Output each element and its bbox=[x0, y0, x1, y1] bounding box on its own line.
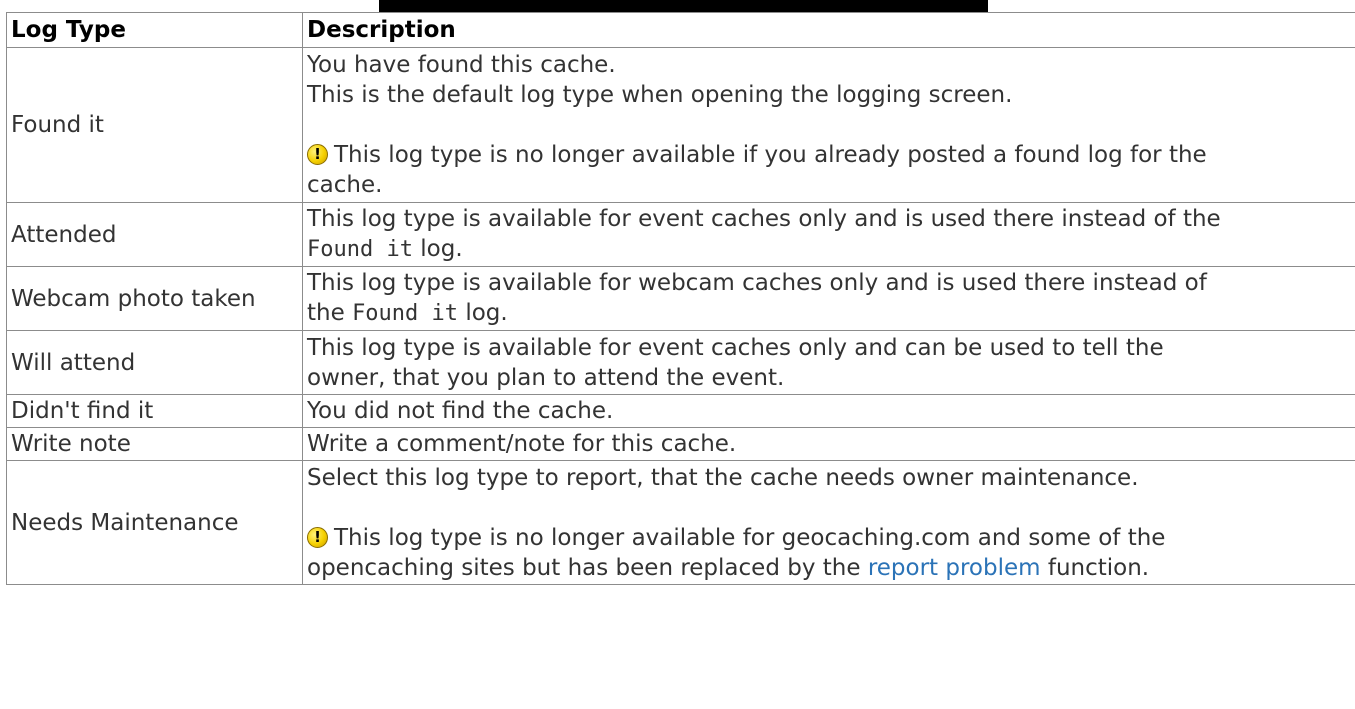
code-found-it: Found it bbox=[352, 301, 459, 326]
description-line: the Found it log. bbox=[307, 298, 1355, 329]
description-will-attend: This log type is available for event cac… bbox=[302, 330, 1355, 395]
table-row: Webcam photo taken This log type is avai… bbox=[6, 266, 1355, 331]
log-type-didnt-find: Didn't find it bbox=[6, 394, 303, 428]
table-row: Found it You have found this cache. This… bbox=[6, 47, 1355, 203]
log-types-table: Log Type Description Found it You have f… bbox=[6, 12, 1355, 585]
description-attended: This log type is available for event cac… bbox=[302, 202, 1355, 267]
log-type-found-it: Found it bbox=[6, 47, 303, 203]
log-type-will-attend: Will attend bbox=[6, 330, 303, 395]
description-line: owner, that you plan to attend the event… bbox=[307, 364, 785, 391]
report-problem-link[interactable]: report problem bbox=[868, 555, 1041, 581]
log-type-needs-maintenance: Needs Maintenance bbox=[6, 460, 303, 585]
description-line: This log type is available for event cac… bbox=[307, 206, 1221, 232]
description-webcam: This log type is available for webcam ca… bbox=[302, 266, 1355, 331]
table-header-row: Log Type Description bbox=[6, 12, 1355, 48]
description-header: Description bbox=[302, 12, 1355, 48]
log-type-write-note: Write note bbox=[6, 427, 303, 461]
warning-note: This log type is no longer available for… bbox=[307, 523, 1355, 553]
description-line: You have found this cache. bbox=[307, 52, 616, 78]
description-didnt-find: You did not find the cache. bbox=[302, 394, 1355, 428]
warning-note: This log type is no longer available if … bbox=[307, 140, 1355, 170]
description-found-it: You have found this cache. This is the d… bbox=[302, 47, 1355, 203]
table-row: Didn't find it You did not find the cach… bbox=[6, 394, 1355, 428]
log-type-attended: Attended bbox=[6, 202, 303, 267]
warning-text: opencaching sites but has been replaced … bbox=[307, 554, 868, 581]
description-text: log. bbox=[458, 300, 508, 326]
description-line: This log type is available for webcam ca… bbox=[307, 270, 1207, 296]
warning-text: function. bbox=[1040, 554, 1150, 581]
warning-icon bbox=[307, 526, 328, 548]
warning-text: This log type is no longer available if … bbox=[334, 142, 1207, 168]
description-needs-maintenance: Select this log type to report, that the… bbox=[302, 460, 1355, 585]
description-write-note: Write a comment/note for this cache. bbox=[302, 427, 1355, 461]
warning-text-continued: cache. bbox=[307, 172, 383, 198]
description-line: Found it log. bbox=[307, 234, 1355, 265]
description-line: This log type is available for event cac… bbox=[307, 334, 1164, 361]
top-dark-bar bbox=[379, 0, 988, 12]
table-row: Will attend This log type is available f… bbox=[6, 330, 1355, 395]
description-line: This is the default log type when openin… bbox=[307, 82, 1013, 108]
warning-text: This log type is no longer available for… bbox=[334, 524, 1166, 551]
warning-icon bbox=[307, 144, 328, 165]
description-text: log. bbox=[412, 236, 463, 262]
description-text: the bbox=[307, 300, 353, 326]
table-row: Attended This log type is available for … bbox=[6, 202, 1355, 267]
description-line: Select this log type to report, that the… bbox=[307, 464, 1139, 491]
log-type-webcam: Webcam photo taken bbox=[6, 266, 303, 331]
table-row: Needs Maintenance Select this log type t… bbox=[6, 460, 1355, 585]
code-found-it: Found it bbox=[307, 237, 413, 262]
warning-text-continued: opencaching sites but has been replaced … bbox=[307, 553, 1355, 583]
table-row: Write note Write a comment/note for this… bbox=[6, 427, 1355, 461]
log-type-header: Log Type bbox=[6, 12, 303, 48]
